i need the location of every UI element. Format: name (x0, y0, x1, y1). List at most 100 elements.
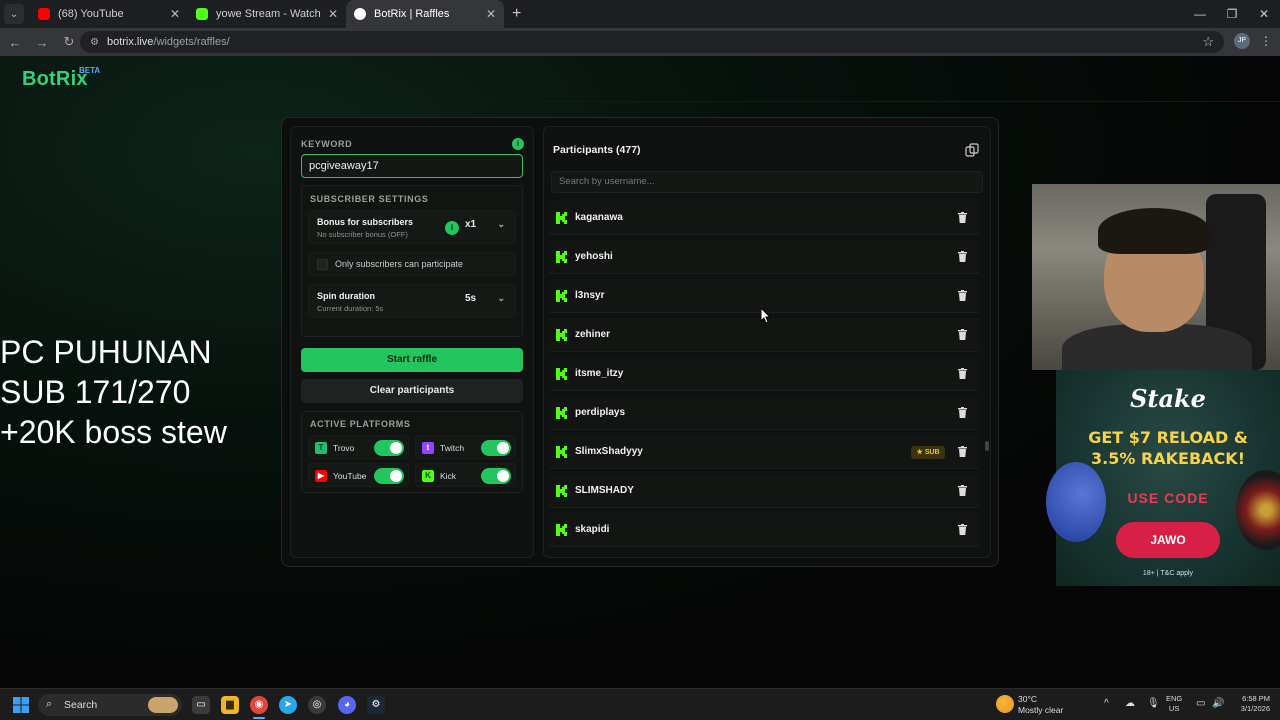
trash-icon[interactable] (958, 251, 967, 262)
close-tab-icon[interactable]: ✕ (328, 7, 338, 21)
browser-menu-icon[interactable]: ⋮ (1260, 34, 1272, 48)
reload-icon[interactable]: ↻ (57, 34, 81, 50)
trash-icon[interactable] (958, 368, 967, 379)
trash-icon[interactable] (958, 524, 967, 535)
only-subscribers-row[interactable]: Only subscribers can participate (308, 252, 516, 276)
task-view-icon[interactable]: ▭ (192, 696, 210, 714)
kick-icon (556, 485, 567, 497)
youtube-icon: ▶ (315, 470, 327, 482)
bonus-info-icon[interactable]: i (445, 221, 459, 235)
browser-toolbar: ← → ↻ ⚙ botrix.live/widgets/raffles/ ☆ J… (0, 28, 1280, 56)
kick-icon (556, 446, 567, 458)
participant-username: itsme_itzy (575, 368, 624, 379)
search-icon: ⌕ (46, 698, 53, 710)
close-tab-icon[interactable]: ✕ (170, 7, 180, 21)
system-clock[interactable]: 6:58 PM 3/1/2026 (1228, 694, 1270, 714)
keyword-input[interactable] (301, 154, 523, 178)
kick-icon (556, 329, 567, 341)
taskbar-search[interactable]: ⌕ Search (38, 694, 182, 716)
tab-search-button[interactable]: ⌄ (4, 4, 24, 24)
info-icon[interactable]: i (512, 138, 524, 150)
youtube-toggle[interactable] (374, 468, 404, 484)
spin-title: Spin duration (317, 291, 375, 301)
restore-icon[interactable]: ❐ (1216, 0, 1248, 28)
spin-duration-value: 5s (465, 293, 477, 304)
subscriber-badge: ★ SUB (911, 446, 945, 459)
trovo-toggle[interactable] (374, 440, 404, 456)
participant-row: SLIMSHADY (548, 474, 980, 508)
kick-icon (196, 8, 208, 20)
network-icon[interactable]: ▭ (1196, 698, 1205, 709)
raffle-widget: KEYWORD i SUBSCRIBER SETTINGS Bonus for … (281, 117, 999, 567)
address-bar[interactable]: ⚙ botrix.live/widgets/raffles/ ☆ (80, 31, 1224, 53)
minimize-icon[interactable]: — (1184, 0, 1216, 28)
clear-participants-button[interactable]: Clear participants (301, 379, 523, 403)
site-header: BotRix BETA (0, 56, 1280, 102)
tab-botrix-raffles[interactable]: BotRix | Raffles ✕ (346, 0, 504, 28)
botrix-logo[interactable]: BotRix (22, 68, 88, 91)
steam-icon[interactable]: ⚙ (367, 696, 385, 714)
participant-username: kaganawa (575, 212, 623, 223)
site-info-icon[interactable]: ⚙ (90, 37, 99, 48)
participant-row: itsme_itzy (548, 357, 980, 391)
profile-avatar[interactable]: JP (1234, 33, 1250, 49)
bookmark-star-icon[interactable]: ☆ (1202, 34, 1214, 50)
browser-tab-bar: ⌄ (68) YouTube ✕ yowe Stream - Watch Liv… (0, 0, 1280, 28)
onedrive-icon[interactable]: ☁ (1125, 698, 1135, 709)
windows-taskbar: ⌕ Search ▭ ▆ ◉ ➤ ◎ ◕ ⚙ 30°C Mostly clear… (0, 688, 1280, 720)
keyword-label: KEYWORD (301, 139, 353, 149)
new-tab-button[interactable]: + (512, 5, 521, 23)
participant-row: SlimxShadyyy ★ SUB (548, 435, 980, 469)
forward-icon[interactable]: → (30, 35, 54, 50)
chrome-icon[interactable]: ◉ (250, 696, 268, 714)
show-hidden-icons-icon[interactable]: ^ (1104, 698, 1109, 709)
language-code: ENG (1166, 694, 1183, 703)
telegram-icon[interactable]: ➤ (279, 696, 297, 714)
participant-username: yehoshi (575, 251, 613, 262)
trash-icon[interactable] (958, 212, 967, 223)
kick-icon (556, 290, 567, 302)
obs-icon[interactable]: ◎ (308, 696, 326, 714)
volume-icon[interactable]: 🔊 (1212, 698, 1224, 709)
webcam-feed (1032, 184, 1280, 370)
file-explorer-icon[interactable]: ▆ (221, 696, 239, 714)
kick-toggle[interactable] (481, 468, 511, 484)
weather-widget[interactable]: 30°C Mostly clear (996, 693, 1096, 717)
platform-name: Twitch (440, 443, 465, 453)
spin-duration-row: Spin duration Current duration: 5s 5s ⌄ (308, 284, 516, 318)
close-tab-icon[interactable]: ✕ (486, 7, 496, 21)
window-controls: — ❐ ✕ (1184, 0, 1280, 28)
start-raffle-button[interactable]: Start raffle (301, 348, 523, 372)
close-window-icon[interactable]: ✕ (1248, 0, 1280, 28)
roulette-wheel-graphic (1236, 470, 1280, 550)
spin-duration-select[interactable]: 5s ⌄ (465, 293, 505, 309)
url-host: botrix.live (106, 36, 154, 48)
trash-icon[interactable] (958, 329, 967, 340)
active-platforms-label: ACTIVE PLATFORMS (310, 419, 411, 429)
trash-icon[interactable] (958, 407, 967, 418)
trash-icon[interactable] (958, 485, 967, 496)
trash-icon[interactable] (958, 290, 967, 301)
only-subscribers-checkbox[interactable] (317, 259, 328, 270)
discord-icon[interactable]: ◕ (338, 696, 356, 714)
chevron-down-icon: ⌄ (497, 219, 505, 229)
overlay-line-3: +20K boss stew (0, 414, 227, 450)
copy-icon[interactable] (965, 143, 979, 157)
twitch-toggle[interactable] (481, 440, 511, 456)
windows-start-icon[interactable] (13, 697, 29, 713)
language-indicator[interactable]: ENG US (1166, 694, 1182, 714)
scrollbar-thumb[interactable] (985, 441, 989, 451)
tab-youtube[interactable]: (68) YouTube ✕ (30, 0, 188, 28)
tab-kick-stream[interactable]: yowe Stream - Watch Live on Ki ✕ (188, 0, 346, 28)
youtube-icon (38, 8, 50, 20)
trash-icon[interactable] (958, 446, 967, 457)
microphone-icon[interactable]: 🎙 (1147, 698, 1160, 709)
participant-scrollbar[interactable] (985, 201, 989, 553)
participant-search-input[interactable]: Search by username... (551, 171, 983, 193)
kick-icon (556, 251, 567, 263)
bonus-multiplier-select[interactable]: x1 ⌄ (465, 219, 505, 235)
spin-subtitle: Current duration: 5s (317, 304, 384, 313)
subscriber-settings: SUBSCRIBER SETTINGS Bonus for subscriber… (301, 185, 523, 337)
back-icon[interactable]: ← (3, 35, 27, 50)
trovo-icon: T (315, 442, 327, 454)
